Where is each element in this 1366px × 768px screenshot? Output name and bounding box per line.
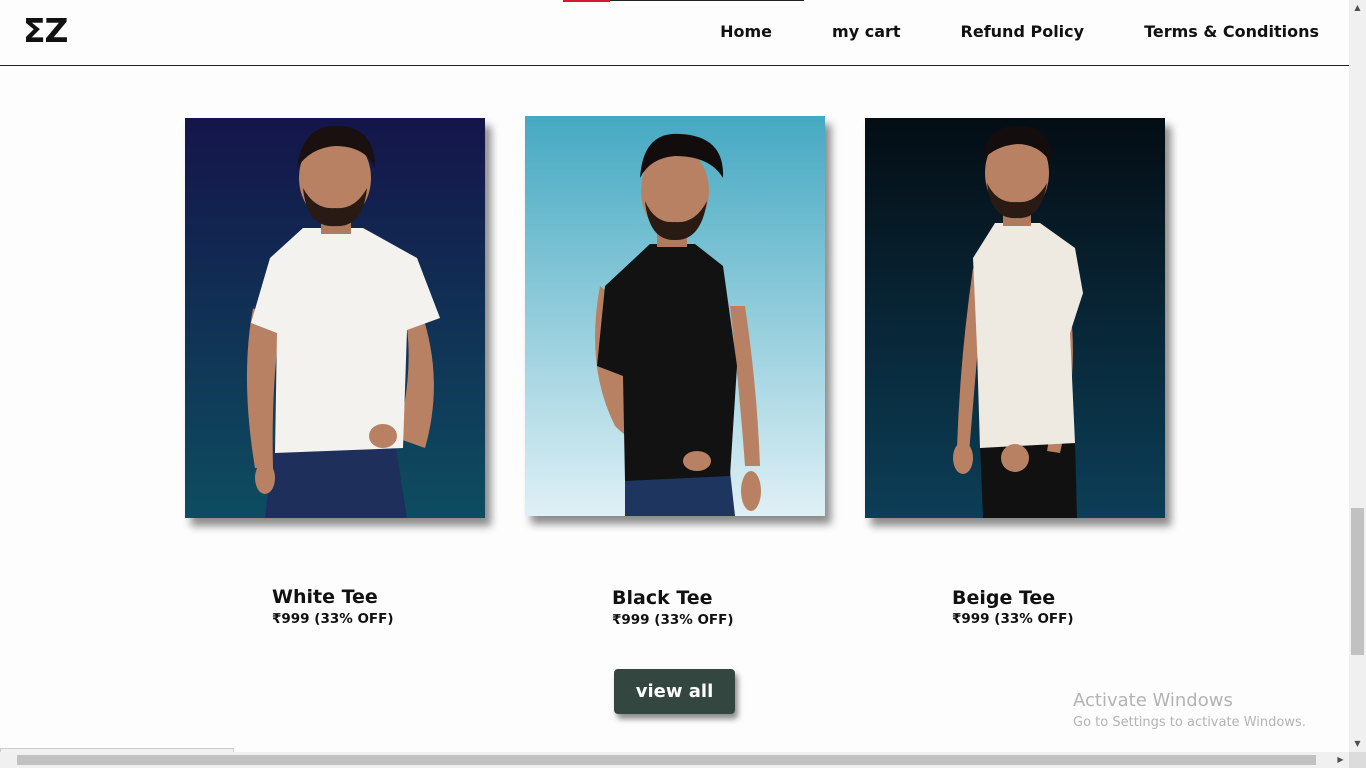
product-image-black-tee[interactable] [525,116,825,516]
horizontal-scroll-thumb[interactable] [17,755,1316,765]
model-photo [525,116,825,516]
windows-activation-subtitle: Go to Settings to activate Windows. [1073,715,1306,730]
product-name-beige-tee[interactable]: Beige Tee [952,587,1055,609]
vertical-scrollbar[interactable]: ▲ ▼ [1349,0,1366,752]
view-all-button[interactable]: view all [614,669,735,714]
product-name-white-tee[interactable]: White Tee [272,586,378,608]
scroll-up-arrow-icon[interactable]: ▲ [1349,0,1366,16]
vertical-scroll-thumb[interactable] [1351,508,1364,655]
product-price-beige-tee: ₹999 (33% OFF) [952,611,1074,627]
nav-home[interactable]: Home [720,21,772,43]
product-price-black-tee: ₹999 (33% OFF) [612,612,734,628]
product-price-white-tee: ₹999 (33% OFF) [272,611,394,627]
product-name-black-tee[interactable]: Black Tee [612,587,713,609]
nav-terms-conditions[interactable]: Terms & Conditions [1144,21,1319,43]
site-header: ΣZ Home my cart Refund Policy Terms & Co… [0,0,1349,66]
scrollbar-corner [1349,752,1366,768]
scroll-right-arrow-icon[interactable]: ▶ [1332,752,1349,768]
model-photo [185,118,485,518]
product-image-white-tee[interactable] [185,118,485,518]
horizontal-scrollbar[interactable]: ▶ [0,752,1349,768]
nav-refund-policy[interactable]: Refund Policy [961,21,1085,43]
page-viewport: ΣZ Home my cart Refund Policy Terms & Co… [0,0,1349,752]
main-nav: Home my cart Refund Policy Terms & Condi… [720,21,1319,43]
site-logo[interactable]: ΣZ [23,13,68,49]
model-photo [865,118,1165,518]
windows-activation-title: Activate Windows [1073,690,1233,711]
scroll-down-arrow-icon[interactable]: ▼ [1349,736,1366,752]
product-image-beige-tee[interactable] [865,118,1165,518]
nav-my-cart[interactable]: my cart [832,21,901,43]
